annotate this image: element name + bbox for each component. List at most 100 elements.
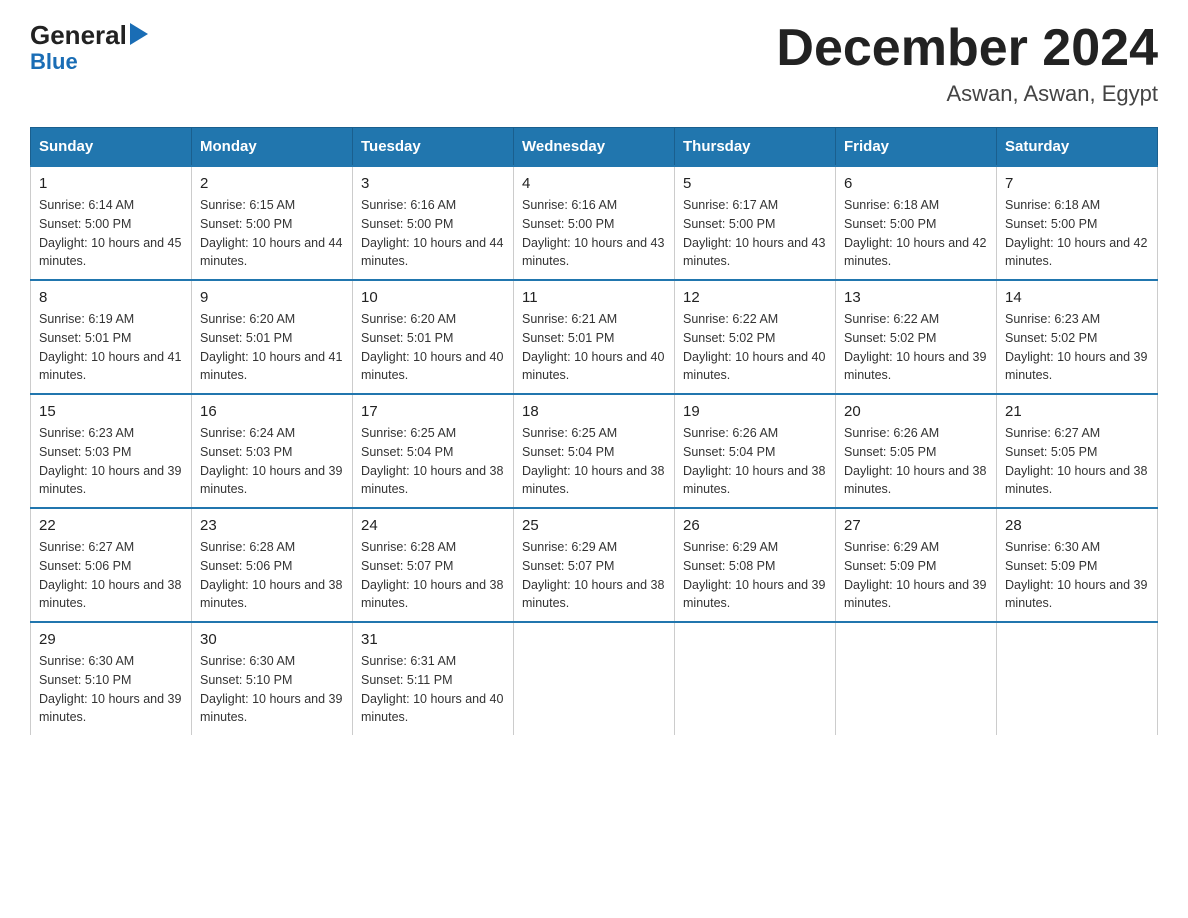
day-info: Sunrise: 6:18 AM Sunset: 5:00 PM Dayligh… [844,196,988,271]
day-info: Sunrise: 6:29 AM Sunset: 5:09 PM Dayligh… [844,538,988,613]
calendar-cell: 22 Sunrise: 6:27 AM Sunset: 5:06 PM Dayl… [31,508,192,622]
sunrise-label: Sunrise: 6:15 AM [200,198,295,212]
daylight-label: Daylight: 10 hours and 39 minutes. [1005,350,1147,383]
sunset-label: Sunset: 5:03 PM [39,445,131,459]
day-number: 24 [361,517,505,534]
daylight-label: Daylight: 10 hours and 38 minutes. [683,464,825,497]
sunset-label: Sunset: 5:00 PM [200,217,292,231]
sunrise-label: Sunrise: 6:27 AM [1005,426,1100,440]
calendar-cell: 18 Sunrise: 6:25 AM Sunset: 5:04 PM Dayl… [514,394,675,508]
daylight-label: Daylight: 10 hours and 39 minutes. [844,578,986,611]
day-number: 27 [844,517,988,534]
sunrise-label: Sunrise: 6:26 AM [683,426,778,440]
daylight-label: Daylight: 10 hours and 44 minutes. [200,236,342,269]
calendar-cell: 31 Sunrise: 6:31 AM Sunset: 5:11 PM Dayl… [353,622,514,735]
day-number: 5 [683,175,827,192]
calendar-cell [675,622,836,735]
day-info: Sunrise: 6:22 AM Sunset: 5:02 PM Dayligh… [844,310,988,385]
calendar-cell: 5 Sunrise: 6:17 AM Sunset: 5:00 PM Dayli… [675,166,836,280]
sunrise-label: Sunrise: 6:16 AM [522,198,617,212]
logo-blue: Blue [30,49,78,75]
header-friday: Friday [836,128,997,167]
title-area: December 2024 Aswan, Aswan, Egypt [776,20,1158,107]
calendar-cell: 16 Sunrise: 6:24 AM Sunset: 5:03 PM Dayl… [192,394,353,508]
day-info: Sunrise: 6:24 AM Sunset: 5:03 PM Dayligh… [200,424,344,499]
sunset-label: Sunset: 5:01 PM [39,331,131,345]
daylight-label: Daylight: 10 hours and 40 minutes. [683,350,825,383]
day-info: Sunrise: 6:20 AM Sunset: 5:01 PM Dayligh… [361,310,505,385]
calendar-cell: 24 Sunrise: 6:28 AM Sunset: 5:07 PM Dayl… [353,508,514,622]
daylight-label: Daylight: 10 hours and 40 minutes. [522,350,664,383]
header-thursday: Thursday [675,128,836,167]
week-row-3: 15 Sunrise: 6:23 AM Sunset: 5:03 PM Dayl… [31,394,1158,508]
daylight-label: Daylight: 10 hours and 39 minutes. [39,464,181,497]
day-number: 11 [522,289,666,306]
day-info: Sunrise: 6:26 AM Sunset: 5:04 PM Dayligh… [683,424,827,499]
sunrise-label: Sunrise: 6:30 AM [200,654,295,668]
sunrise-label: Sunrise: 6:29 AM [844,540,939,554]
daylight-label: Daylight: 10 hours and 38 minutes. [361,464,503,497]
daylight-label: Daylight: 10 hours and 38 minutes. [1005,464,1147,497]
sunrise-label: Sunrise: 6:28 AM [200,540,295,554]
sunrise-label: Sunrise: 6:22 AM [844,312,939,326]
sunset-label: Sunset: 5:09 PM [1005,559,1097,573]
calendar-cell: 14 Sunrise: 6:23 AM Sunset: 5:02 PM Dayl… [997,280,1158,394]
week-row-4: 22 Sunrise: 6:27 AM Sunset: 5:06 PM Dayl… [31,508,1158,622]
day-info: Sunrise: 6:14 AM Sunset: 5:00 PM Dayligh… [39,196,183,271]
day-number: 31 [361,631,505,648]
logo-general: General [30,20,127,51]
calendar-cell: 23 Sunrise: 6:28 AM Sunset: 5:06 PM Dayl… [192,508,353,622]
day-info: Sunrise: 6:17 AM Sunset: 5:00 PM Dayligh… [683,196,827,271]
day-info: Sunrise: 6:30 AM Sunset: 5:09 PM Dayligh… [1005,538,1149,613]
day-number: 8 [39,289,183,306]
sunrise-label: Sunrise: 6:16 AM [361,198,456,212]
header-wednesday: Wednesday [514,128,675,167]
day-info: Sunrise: 6:16 AM Sunset: 5:00 PM Dayligh… [522,196,666,271]
sunset-label: Sunset: 5:01 PM [361,331,453,345]
sunrise-label: Sunrise: 6:14 AM [39,198,134,212]
sunset-label: Sunset: 5:10 PM [200,673,292,687]
sunrise-label: Sunrise: 6:18 AM [844,198,939,212]
daylight-label: Daylight: 10 hours and 40 minutes. [361,692,503,725]
sunset-label: Sunset: 5:02 PM [844,331,936,345]
day-number: 22 [39,517,183,534]
day-info: Sunrise: 6:31 AM Sunset: 5:11 PM Dayligh… [361,652,505,727]
day-number: 18 [522,403,666,420]
day-number: 16 [200,403,344,420]
sunrise-label: Sunrise: 6:27 AM [39,540,134,554]
week-row-5: 29 Sunrise: 6:30 AM Sunset: 5:10 PM Dayl… [31,622,1158,735]
sunrise-label: Sunrise: 6:24 AM [200,426,295,440]
sunset-label: Sunset: 5:01 PM [200,331,292,345]
sunrise-label: Sunrise: 6:20 AM [200,312,295,326]
daylight-label: Daylight: 10 hours and 38 minutes. [522,464,664,497]
calendar-cell: 29 Sunrise: 6:30 AM Sunset: 5:10 PM Dayl… [31,622,192,735]
daylight-label: Daylight: 10 hours and 38 minutes. [39,578,181,611]
sunset-label: Sunset: 5:02 PM [683,331,775,345]
sunrise-label: Sunrise: 6:25 AM [361,426,456,440]
day-info: Sunrise: 6:25 AM Sunset: 5:04 PM Dayligh… [361,424,505,499]
daylight-label: Daylight: 10 hours and 39 minutes. [683,578,825,611]
calendar-cell [997,622,1158,735]
sunset-label: Sunset: 5:09 PM [844,559,936,573]
day-number: 17 [361,403,505,420]
calendar-cell: 3 Sunrise: 6:16 AM Sunset: 5:00 PM Dayli… [353,166,514,280]
day-number: 3 [361,175,505,192]
calendar-cell: 26 Sunrise: 6:29 AM Sunset: 5:08 PM Dayl… [675,508,836,622]
sunrise-label: Sunrise: 6:29 AM [522,540,617,554]
sunset-label: Sunset: 5:00 PM [683,217,775,231]
sunrise-label: Sunrise: 6:20 AM [361,312,456,326]
daylight-label: Daylight: 10 hours and 40 minutes. [361,350,503,383]
sunrise-label: Sunrise: 6:25 AM [522,426,617,440]
day-number: 1 [39,175,183,192]
sunset-label: Sunset: 5:01 PM [522,331,614,345]
sunrise-label: Sunrise: 6:26 AM [844,426,939,440]
sunrise-label: Sunrise: 6:30 AM [39,654,134,668]
day-info: Sunrise: 6:29 AM Sunset: 5:07 PM Dayligh… [522,538,666,613]
day-info: Sunrise: 6:30 AM Sunset: 5:10 PM Dayligh… [200,652,344,727]
sunset-label: Sunset: 5:07 PM [522,559,614,573]
calendar-cell: 27 Sunrise: 6:29 AM Sunset: 5:09 PM Dayl… [836,508,997,622]
daylight-label: Daylight: 10 hours and 38 minutes. [361,578,503,611]
day-info: Sunrise: 6:28 AM Sunset: 5:06 PM Dayligh… [200,538,344,613]
week-row-1: 1 Sunrise: 6:14 AM Sunset: 5:00 PM Dayli… [31,166,1158,280]
day-number: 10 [361,289,505,306]
